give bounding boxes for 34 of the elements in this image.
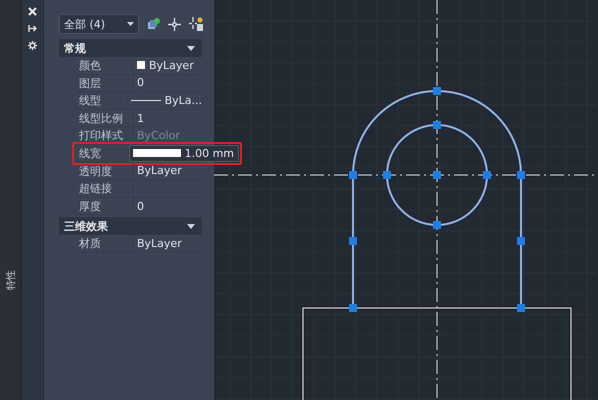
settings-icon[interactable]	[28, 41, 37, 50]
property-value[interactable]: ByLayer	[134, 57, 202, 74]
select-objects-icon[interactable]	[147, 18, 160, 30]
palette-title: 特性	[4, 270, 18, 290]
section-header[interactable]: 常规	[59, 39, 202, 57]
property-label: 线型比例	[75, 110, 134, 126]
selected-shape-drawing[interactable]	[349, 87, 525, 312]
color-swatch-icon	[137, 61, 145, 70]
quick-select-icon[interactable]	[189, 17, 203, 31]
property-label: 线型	[75, 92, 128, 109]
line-sample-icon	[130, 100, 161, 101]
property-value[interactable]: ByLa...	[128, 92, 202, 109]
property-label: 图层	[75, 74, 134, 92]
section-header[interactable]: 三维效果	[59, 217, 202, 236]
filter-dropdown[interactable]: 全部 (4)	[59, 14, 139, 34]
property-value[interactable]: 1	[134, 110, 202, 126]
property-label: 材质	[75, 235, 134, 252]
caret-icon	[127, 22, 134, 26]
property-value[interactable]: 1.00 mm	[128, 144, 239, 162]
caret-icon	[187, 224, 195, 229]
property-value[interactable]: 0	[134, 198, 202, 214]
crosshair-icon[interactable]	[168, 18, 181, 30]
lineweight-bar-icon	[132, 149, 181, 158]
property-label: 透明度	[75, 162, 134, 180]
close-icon[interactable]	[28, 7, 37, 16]
property-label: 颜色	[75, 57, 134, 74]
property-label: 超链接	[75, 180, 134, 197]
caret-icon	[187, 46, 195, 50]
property-value[interactable]: ByLayer	[134, 235, 202, 252]
arrow-icon[interactable]	[28, 24, 37, 33]
property-value[interactable]: ByLayer	[134, 162, 202, 180]
property-label: 打印样式	[75, 127, 134, 144]
property-value[interactable]: 0	[134, 74, 202, 92]
property-label: 厚度	[75, 198, 134, 214]
